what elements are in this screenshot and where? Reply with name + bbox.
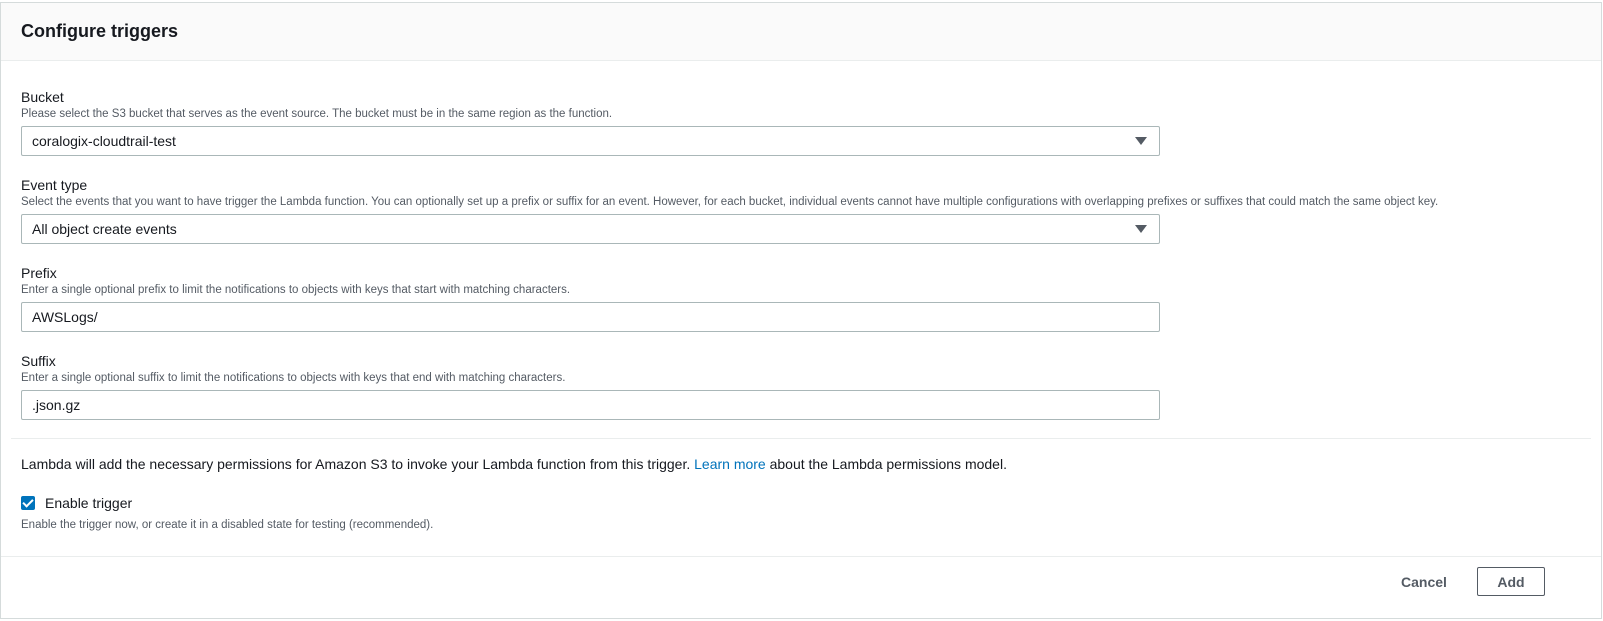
suffix-input-wrapper (21, 390, 1160, 420)
event-type-description: Select the events that you want to have … (21, 196, 1439, 208)
add-button[interactable]: Add (1477, 567, 1545, 596)
enable-trigger-description: Enable the trigger now, or create it in … (21, 519, 434, 531)
suffix-input[interactable] (32, 397, 1149, 413)
prefix-description: Enter a single optional prefix to limit … (21, 284, 571, 296)
event-type-field: Event type Select the events that you wa… (21, 177, 1438, 244)
bucket-select-value: coralogix-cloudtrail-test (32, 133, 176, 149)
prefix-input[interactable] (32, 309, 1149, 325)
prefix-field: Prefix Enter a single optional prefix to… (21, 265, 1160, 332)
section-divider (11, 438, 1591, 439)
prefix-label: Prefix (21, 265, 57, 281)
permissions-text-before: Lambda will add the necessary permission… (21, 456, 695, 472)
enable-trigger-checkbox[interactable] (21, 496, 35, 510)
caret-down-icon (1135, 225, 1147, 233)
permissions-notice: Lambda will add the necessary permission… (21, 456, 1007, 472)
event-type-select-value: All object create events (32, 221, 177, 237)
bucket-select[interactable]: coralogix-cloudtrail-test (21, 126, 1160, 156)
caret-down-icon (1135, 137, 1147, 145)
permissions-text-after: about the Lambda permissions model. (765, 456, 1007, 472)
bucket-description: Please select the S3 bucket that serves … (21, 108, 613, 120)
prefix-input-wrapper (21, 302, 1160, 332)
suffix-label: Suffix (21, 353, 56, 369)
cancel-button[interactable]: Cancel (1389, 568, 1459, 596)
bucket-label: Bucket (21, 89, 64, 105)
suffix-field: Suffix Enter a single optional suffix to… (21, 353, 1160, 420)
configure-triggers-panel: Configure triggers Bucket Please select … (0, 2, 1602, 619)
bucket-field: Bucket Please select the S3 bucket that … (21, 89, 1160, 156)
panel-header: Configure triggers (1, 3, 1601, 61)
suffix-description: Enter a single optional suffix to limit … (21, 372, 566, 384)
learn-more-link[interactable]: Learn more (694, 456, 766, 472)
event-type-label: Event type (21, 177, 88, 193)
panel-title: Configure triggers (21, 21, 179, 41)
event-type-select[interactable]: All object create events (21, 214, 1160, 244)
footer-divider (1, 556, 1601, 557)
enable-trigger-label[interactable]: Enable trigger (45, 495, 132, 511)
enable-trigger-row[interactable]: Enable trigger (21, 495, 132, 511)
